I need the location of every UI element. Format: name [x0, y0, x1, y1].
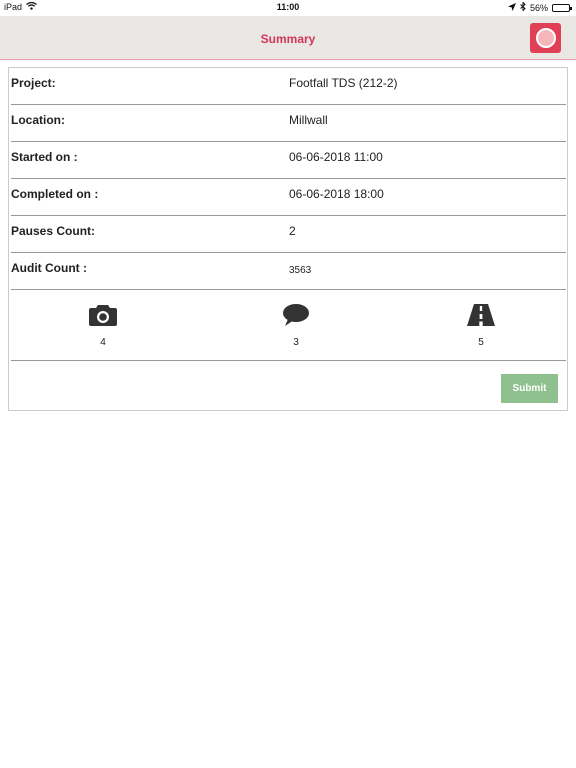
summary-row-started: Started on : 06-06-2018 11:00	[11, 142, 566, 179]
comments-count: 3	[293, 337, 299, 348]
status-right: 56%	[507, 1, 572, 13]
row-value: 06-06-2018 11:00	[289, 150, 383, 164]
summary-card: Project: Footfall TDS (212-2) Location: …	[8, 67, 568, 411]
row-value: Millwall	[289, 113, 328, 127]
row-label: Pauses Count:	[11, 224, 96, 238]
location-arrow-icon	[507, 2, 516, 13]
navigation-bar: Summary	[0, 16, 576, 60]
row-value: Footfall TDS (212-2)	[289, 76, 398, 90]
row-value: 3563	[289, 265, 312, 276]
summary-row-audit: Audit Count : 3563	[11, 253, 566, 290]
logo-emblem-icon	[535, 28, 556, 48]
photos-count: 4	[100, 337, 106, 348]
battery-icon	[552, 3, 572, 12]
row-value: 06-06-2018 18:00	[289, 187, 384, 201]
summary-row-project: Project: Footfall TDS (212-2)	[11, 68, 566, 105]
comments-counter[interactable]: 3	[266, 303, 326, 348]
summary-row-pauses: Pauses Count: 2	[11, 216, 566, 253]
speech-bubble-icon	[266, 303, 326, 327]
clock: 11:00	[276, 2, 300, 12]
row-label: Started on :	[11, 150, 78, 164]
row-label: Project:	[11, 76, 56, 90]
battery-percent: 56%	[529, 2, 548, 13]
summary-row-completed: Completed on : 06-06-2018 18:00	[11, 179, 566, 216]
row-value: 2	[289, 224, 296, 238]
row-label: Location:	[11, 113, 65, 127]
attachments-counters: 4 3 5	[11, 289, 566, 361]
app-logo[interactable]	[530, 23, 561, 53]
photos-counter[interactable]: 4	[73, 303, 133, 348]
road-icon	[451, 303, 511, 327]
camera-icon	[73, 303, 133, 327]
page-title: Summary	[260, 32, 316, 46]
row-label: Audit Count :	[11, 261, 87, 275]
submit-button[interactable]: Submit	[501, 374, 558, 403]
row-label: Completed on :	[11, 187, 99, 201]
summary-row-location: Location: Millwall	[11, 105, 566, 142]
road-counter[interactable]: 5	[451, 303, 511, 348]
bluetooth-icon	[520, 1, 526, 13]
road-count: 5	[478, 337, 484, 348]
status-bar: iPad 11:00 56%	[0, 0, 576, 16]
